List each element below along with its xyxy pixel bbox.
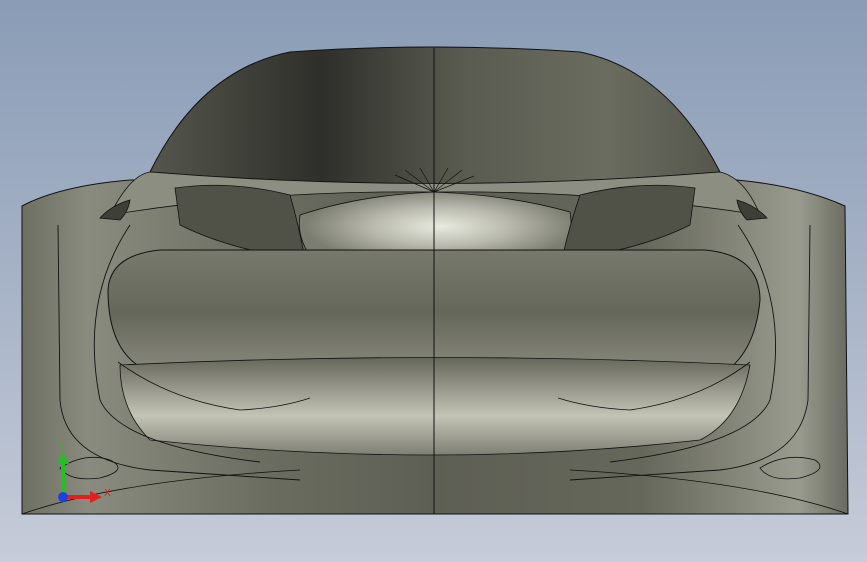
3d-viewport[interactable]: Y X	[0, 0, 867, 562]
x-axis-label: X	[104, 488, 111, 499]
y-axis-label: Y	[58, 442, 66, 453]
z-axis-dot	[58, 492, 68, 502]
car-canopy	[149, 46, 721, 184]
car-body-model[interactable]	[21, 46, 849, 515]
front-lip	[119, 357, 751, 456]
